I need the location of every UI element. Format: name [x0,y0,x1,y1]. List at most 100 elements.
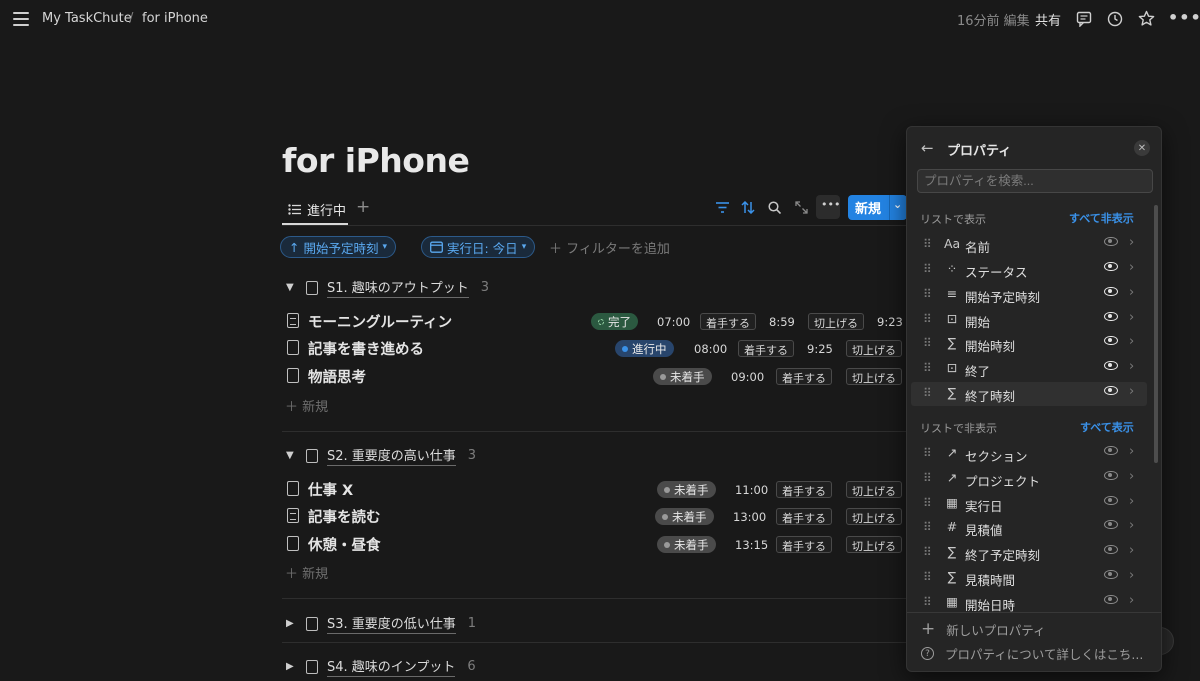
collapse-toggle-icon[interactable]: ▼ [286,450,302,461]
share-button[interactable]: 共有 [1035,10,1061,29]
drag-handle-icon[interactable]: ⠿ [923,471,932,485]
finish-button[interactable]: 切上げる [846,368,902,385]
chevron-right-icon[interactable]: › [1129,469,1134,484]
expand-toggle-icon[interactable]: ▶ [286,661,302,672]
chevron-right-icon[interactable]: › [1129,359,1134,374]
finish-button[interactable]: 切上げる [846,536,902,553]
property-item-exec-date[interactable]: ⠿ ▦ 実行日 › [911,492,1147,516]
status-badge[interactable]: 未着手 [657,481,716,498]
drag-handle-icon[interactable]: ⠿ [923,496,932,510]
status-badge[interactable]: 未着手 [655,508,714,525]
start-button[interactable]: 着手する [738,340,794,357]
drag-handle-icon[interactable]: ⠿ [923,336,932,350]
group-header-s2[interactable]: ▼ S2. 重要度の高い仕事 3 [286,445,476,466]
property-item-start-time[interactable]: ⠿ ∑ 開始時刻 › [911,332,1147,356]
chevron-right-icon[interactable]: › [1129,285,1134,300]
task-row[interactable]: 記事を読む 未着手 13:00 着手する 切上げる [282,503,907,529]
chevron-down-icon[interactable]: ⌄ [893,198,902,211]
start-button[interactable]: 着手する [700,313,756,330]
chevron-right-icon[interactable]: › [1129,334,1134,349]
new-task-button[interactable]: 新規 ⌄ [848,195,907,220]
chevron-right-icon[interactable]: › [1129,543,1134,558]
hide-all-link[interactable]: すべて非表示 [1069,210,1134,226]
collapse-toggle-icon[interactable]: ▼ [286,282,302,293]
group-header-s1[interactable]: ▼ S1. 趣味のアウトプット 3 [286,277,489,298]
chevron-right-icon[interactable]: › [1129,518,1134,533]
task-name[interactable]: 物語思考 [308,366,366,387]
eye-icon[interactable] [1104,336,1118,345]
task-row[interactable]: 記事を書き進める 進行中 08:00 着手する 9:25 切上げる [282,335,907,361]
drag-handle-icon[interactable]: ⠿ [923,262,932,276]
chevron-right-icon[interactable]: › [1129,444,1134,459]
eye-icon[interactable] [1104,361,1118,370]
search-icon[interactable] [768,201,781,214]
finish-button[interactable]: 切上げる [846,481,902,498]
chevron-right-icon[interactable]: › [1129,384,1134,399]
eye-off-icon[interactable] [1104,446,1118,455]
task-name[interactable]: モーニングルーティン [308,311,452,332]
filter-icon[interactable] [716,202,729,213]
task-row[interactable]: 休憩・昼食 未着手 13:15 着手する 切上げる [282,531,907,557]
view-options-button[interactable]: ••• [816,195,840,219]
property-item-estimated-time[interactable]: ⠿ ∑ 見積時間 › [911,566,1147,590]
chevron-right-icon[interactable]: › [1129,593,1134,608]
status-badge[interactable]: 完了 [591,313,638,330]
sort-icon[interactable] [741,201,755,214]
property-item-planned-start[interactable]: ⠿ ≡ 開始予定時刻 › [911,283,1147,307]
eye-off-icon[interactable] [1104,595,1118,604]
date-filter-chip[interactable]: 実行日: 今日 ▾ [421,236,536,258]
task-row[interactable]: 仕事 X 未着手 11:00 着手する 切上げる [282,476,907,502]
status-badge[interactable]: 未着手 [657,536,716,553]
view-tab-in-progress[interactable]: 進行中 [288,200,346,219]
task-name[interactable]: 記事を書き進める [308,338,424,359]
more-icon[interactable]: ••• [1168,8,1200,27]
drag-handle-icon[interactable]: ⠿ [923,595,932,609]
drag-handle-icon[interactable]: ⠿ [923,570,932,584]
breadcrumb-page[interactable]: for iPhone [142,11,208,26]
drag-handle-icon[interactable]: ⠿ [923,361,932,375]
history-icon[interactable] [1107,11,1123,27]
property-item-name[interactable]: ⠿ Aa 名前 › [911,233,1147,257]
eye-icon[interactable] [1104,237,1118,246]
drag-handle-icon[interactable]: ⠿ [923,312,932,326]
property-item-end-time[interactable]: ⠿ ∑ 終了時刻 › [911,382,1147,406]
eye-off-icon[interactable] [1104,520,1118,529]
chevron-right-icon[interactable]: › [1129,494,1134,509]
eye-off-icon[interactable] [1104,545,1118,554]
new-property-button[interactable]: + 新しいプロパティ [921,619,1046,639]
eye-off-icon[interactable] [1104,496,1118,505]
close-icon[interactable]: ✕ [1134,140,1150,156]
eye-icon[interactable] [1104,287,1118,296]
drag-handle-icon[interactable]: ⠿ [923,237,932,251]
property-item-status[interactable]: ⠿ ⁘ ステータス › [911,258,1147,282]
drag-handle-icon[interactable]: ⠿ [923,520,932,534]
comment-icon[interactable] [1076,11,1092,27]
status-badge[interactable]: 未着手 [653,368,712,385]
chevron-right-icon[interactable]: › [1129,235,1134,250]
chevron-right-icon[interactable]: › [1129,310,1134,325]
finish-button[interactable]: 切上げる [846,508,902,525]
favorite-star-icon[interactable] [1138,10,1155,27]
property-item-start[interactable]: ⠿ ⊡ 開始 › [911,308,1147,332]
eye-off-icon[interactable] [1104,471,1118,480]
start-button[interactable]: 着手する [776,481,832,498]
show-all-link[interactable]: すべて表示 [1080,419,1134,435]
start-button[interactable]: 着手する [776,536,832,553]
start-button[interactable]: 着手する [776,368,832,385]
task-name[interactable]: 仕事 X [308,479,353,500]
task-row[interactable]: 物語思考 未着手 09:00 着手する 切上げる [282,363,907,389]
eye-off-icon[interactable] [1104,570,1118,579]
sort-chip[interactable]: ↑ 開始予定時刻 ▾ [280,236,397,258]
panel-scrollbar[interactable] [1154,205,1158,463]
task-name[interactable]: 休憩・昼食 [308,534,381,555]
chevron-right-icon[interactable]: › [1129,568,1134,583]
property-item-planned-end[interactable]: ⠿ ∑ 終了予定時刻 › [911,541,1147,565]
drag-handle-icon[interactable]: ⠿ [923,446,932,460]
chevron-right-icon[interactable]: › [1129,260,1134,275]
task-name[interactable]: 記事を読む [308,506,381,527]
add-filter-button[interactable]: ＋ フィルターを追加 [549,238,670,257]
eye-icon[interactable] [1104,262,1118,271]
finish-button[interactable]: 切上げる [846,340,902,357]
drag-handle-icon[interactable]: ⠿ [923,287,932,301]
property-item-end[interactable]: ⠿ ⊡ 終了 › [911,357,1147,381]
